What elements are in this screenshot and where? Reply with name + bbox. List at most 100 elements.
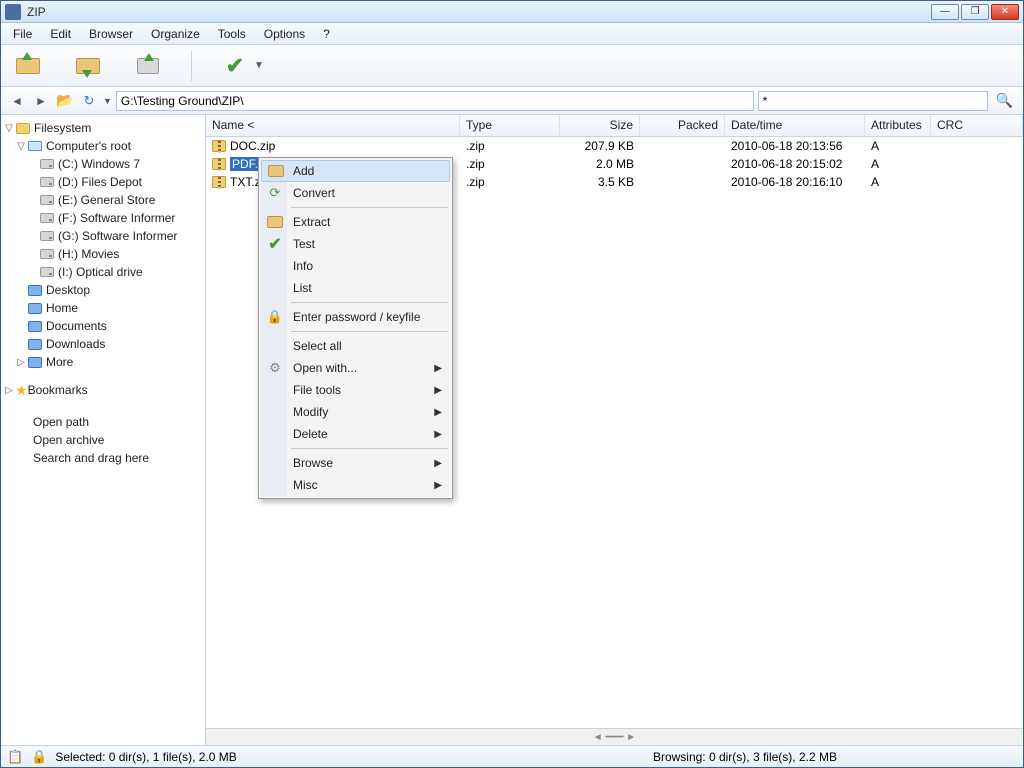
ctx-delete[interactable]: Delete▶: [261, 423, 450, 445]
list-header: Name < Type Size Packed Date/time Attrib…: [206, 115, 1023, 137]
tree-bookmarks[interactable]: ▷★Bookmarks: [3, 381, 203, 399]
sidebar-open-path[interactable]: Open path: [3, 413, 203, 431]
menu-browser[interactable]: Browser: [81, 25, 141, 43]
menubar: File Edit Browser Organize Tools Options…: [1, 23, 1023, 45]
ctx-misc[interactable]: Misc▶: [261, 474, 450, 496]
nav-dropdown-icon[interactable]: ▼: [103, 96, 112, 106]
col-packed[interactable]: Packed: [640, 115, 725, 136]
ctx-test[interactable]: ✔Test: [261, 233, 450, 255]
horizontal-scrollbar[interactable]: ◄ ━━━ ►: [206, 728, 1023, 745]
col-size[interactable]: Size: [560, 115, 640, 136]
menu-edit[interactable]: Edit: [42, 25, 79, 43]
chevron-right-icon: ▶: [434, 480, 442, 491]
folder-up-icon: 📂: [56, 92, 73, 109]
ctx-convert[interactable]: ⟳Convert: [261, 182, 450, 204]
col-type[interactable]: Type: [460, 115, 560, 136]
path-input[interactable]: [116, 91, 754, 111]
ctx-modify[interactable]: Modify▶: [261, 401, 450, 423]
chevron-right-icon: ▶: [434, 458, 442, 469]
menu-tools[interactable]: Tools: [210, 25, 254, 43]
minimize-button[interactable]: ―: [931, 4, 959, 20]
col-name[interactable]: Name <: [206, 115, 460, 136]
nav-refresh-button[interactable]: ↻: [79, 91, 99, 111]
list-body[interactable]: DOC.zip .zip 207.9 KB 2010-06-18 20:13:5…: [206, 137, 1023, 728]
box-icon: [268, 163, 284, 179]
menu-organize[interactable]: Organize: [143, 25, 208, 43]
ctx-list[interactable]: List: [261, 277, 450, 299]
ctx-extract[interactable]: Extract: [261, 211, 450, 233]
tree-home[interactable]: Home: [3, 299, 203, 317]
chevron-right-icon: ▶: [434, 363, 442, 374]
col-crc[interactable]: CRC: [931, 115, 1023, 136]
menu-file[interactable]: File: [5, 25, 40, 43]
toolbar-extract-button[interactable]: [131, 49, 165, 83]
ctx-select-all[interactable]: Select all: [261, 335, 450, 357]
ctx-browse[interactable]: Browse▶: [261, 452, 450, 474]
star-icon: ★: [15, 382, 28, 399]
app-window: ZIP ― ❐ ✕ File Edit Browser Organize Too…: [0, 0, 1024, 768]
status-browsing: Browsing: 0 dir(s), 3 file(s), 2.2 MB: [653, 750, 837, 764]
filter-input[interactable]: [758, 91, 988, 111]
ctx-add[interactable]: Add: [261, 160, 450, 182]
sidebar-search-drag[interactable]: Search and drag here: [3, 449, 203, 467]
sidebar-open-archive[interactable]: Open archive: [3, 431, 203, 449]
app-icon: [5, 4, 21, 20]
toolbar-test-button[interactable]: ✔: [218, 49, 252, 83]
zip-icon: [212, 140, 226, 152]
ctx-password[interactable]: 🔒Enter password / keyfile: [261, 306, 450, 328]
nav-up-button[interactable]: 📂: [55, 91, 75, 111]
chevron-right-icon: ▶: [434, 385, 442, 396]
col-attr[interactable]: Attributes: [865, 115, 931, 136]
tree-downloads[interactable]: Downloads: [3, 335, 203, 353]
file-list-pane: Name < Type Size Packed Date/time Attrib…: [206, 115, 1023, 745]
tree-computer-root[interactable]: ▽Computer's root: [3, 137, 203, 155]
tree-filesystem[interactable]: ▽Filesystem: [3, 119, 203, 137]
close-button[interactable]: ✕: [991, 4, 1019, 20]
ctx-info[interactable]: Info: [261, 255, 450, 277]
tree-drive-i[interactable]: (I:) Optical drive: [3, 263, 203, 281]
nav-back-button[interactable]: ◄: [7, 91, 27, 111]
lock-icon: 🔒: [31, 749, 47, 765]
window-title: ZIP: [27, 5, 931, 19]
menu-options[interactable]: Options: [256, 25, 313, 43]
disc-extract-icon: [137, 58, 159, 74]
box-down-icon: [76, 58, 100, 74]
convert-icon: ⟳: [267, 185, 283, 201]
chevron-right-icon: ▶: [434, 429, 442, 440]
extract-icon: [267, 214, 283, 230]
tree-documents[interactable]: Documents: [3, 317, 203, 335]
titlebar: ZIP ― ❐ ✕: [1, 1, 1023, 23]
toolbar-add-button[interactable]: [11, 49, 45, 83]
status-selected: Selected: 0 dir(s), 1 file(s), 2.0 MB: [55, 750, 236, 764]
tree-drive-e[interactable]: (E:) General Store: [3, 191, 203, 209]
file-row[interactable]: DOC.zip .zip 207.9 KB 2010-06-18 20:13:5…: [206, 137, 1023, 155]
lock-icon: 🔒: [267, 309, 283, 325]
statusbar: 📋 🔒 Selected: 0 dir(s), 1 file(s), 2.0 M…: [1, 745, 1023, 767]
toolbar-dropdown-icon[interactable]: ▼: [252, 60, 264, 71]
menu-help[interactable]: ?: [315, 25, 338, 43]
ctx-open-with[interactable]: ⚙Open with...▶: [261, 357, 450, 379]
tree-desktop[interactable]: Desktop: [3, 281, 203, 299]
gear-icon: ⚙: [267, 360, 283, 376]
tree-drive-d[interactable]: (D:) Files Depot: [3, 173, 203, 191]
nav-forward-button[interactable]: ►: [31, 91, 51, 111]
sidebar: ▽Filesystem ▽Computer's root (C:) Window…: [1, 115, 206, 745]
tree-drive-c[interactable]: (C:) Windows 7: [3, 155, 203, 173]
ctx-file-tools[interactable]: File tools▶: [261, 379, 450, 401]
tree-drive-g[interactable]: (G:) Software Informer: [3, 227, 203, 245]
address-bar: ◄ ► 📂 ↻ ▼ 🔍: [1, 87, 1023, 115]
tree-drive-f[interactable]: (F:) Software Informer: [3, 209, 203, 227]
toolbar-separator: [191, 51, 192, 81]
tree-more[interactable]: ▷More: [3, 353, 203, 371]
zip-icon: [212, 176, 226, 188]
maximize-button[interactable]: ❐: [961, 4, 989, 20]
box-up-icon: [16, 58, 40, 74]
col-date[interactable]: Date/time: [725, 115, 865, 136]
clipboard-icon: 📋: [7, 749, 23, 765]
tree-drive-h[interactable]: (H:) Movies: [3, 245, 203, 263]
toolbar-convert-button[interactable]: [71, 49, 105, 83]
check-icon: ✔: [226, 53, 244, 79]
search-icon[interactable]: 🔍: [992, 92, 1017, 109]
zip-icon: [212, 158, 226, 170]
toolbar: ✔ ▼: [1, 45, 1023, 87]
